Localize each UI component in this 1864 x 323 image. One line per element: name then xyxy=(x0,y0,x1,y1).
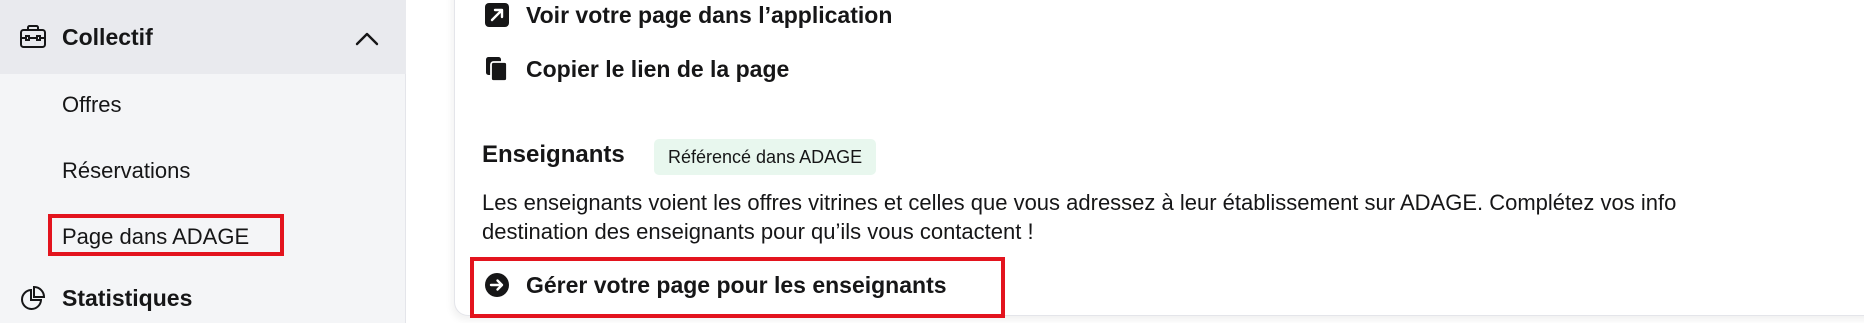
sidebar-section-label: Collectif xyxy=(62,23,153,50)
sidebar-section-label: Statistiques xyxy=(62,284,193,311)
section-title-enseignants: Enseignants xyxy=(482,141,625,168)
description-line: Les enseignants voient les offres vitrin… xyxy=(482,190,1677,215)
enseignants-description: Les enseignants voient les offres vitrin… xyxy=(482,188,1864,246)
briefcase-icon xyxy=(18,22,48,52)
sidebar-section-statistiques[interactable]: Statistiques xyxy=(0,268,406,323)
description-line: destination des enseignants pour qu’ils … xyxy=(482,219,1034,244)
chevron-up-icon[interactable] xyxy=(352,24,382,54)
pie-chart-icon xyxy=(18,283,48,313)
highlight-box-manage-link xyxy=(470,257,1005,318)
highlight-box-page-adage xyxy=(48,214,284,256)
sidebar-item-offres[interactable]: Offres xyxy=(62,92,122,118)
external-link-icon xyxy=(482,0,512,30)
sidebar: Collectif Offres Réservations Page dans … xyxy=(0,0,406,323)
sidebar-section-collectif[interactable]: Collectif xyxy=(0,0,406,74)
copy-link-label: Copier le lien de la page xyxy=(526,55,790,82)
copy-link-button[interactable]: Copier le lien de la page xyxy=(482,54,789,84)
sidebar-item-reservations[interactable]: Réservations xyxy=(62,158,190,184)
status-badge: Référencé dans ADAGE xyxy=(654,139,877,175)
view-page-link[interactable]: Voir votre page dans l’application xyxy=(482,0,892,30)
copy-icon xyxy=(482,54,512,84)
view-page-label: Voir votre page dans l’application xyxy=(526,1,893,28)
